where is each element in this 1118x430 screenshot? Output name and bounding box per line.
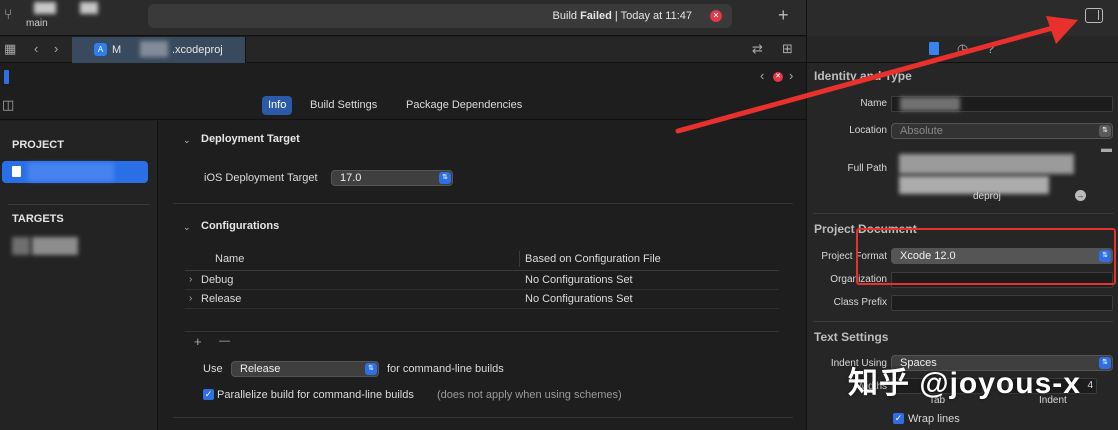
watermark: 知乎 @joyous-x bbox=[848, 367, 1081, 400]
